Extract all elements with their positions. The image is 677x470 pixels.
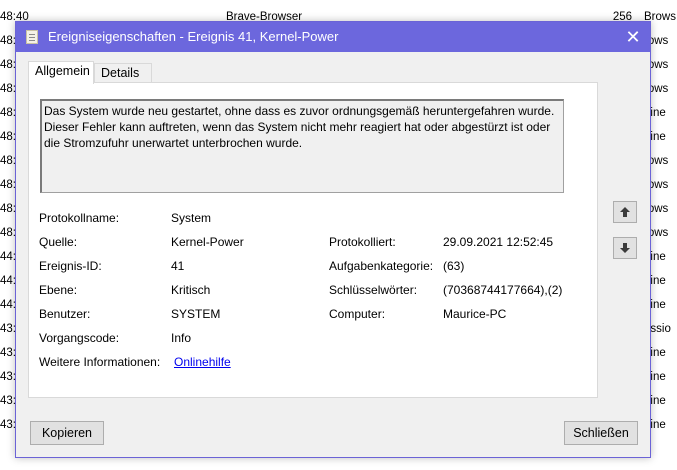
event-viewer-icon: [26, 30, 38, 44]
label-protokollname: Protokollname:: [39, 211, 120, 225]
row-time: 48:: [0, 35, 16, 47]
title-bar[interactable]: Ereigniseigenschaften - Ereignis 41, Ker…: [16, 22, 650, 52]
row-time: 48:: [0, 131, 16, 143]
label-protokolliert: Protokolliert:: [329, 235, 396, 249]
row-time: 43:: [0, 371, 16, 383]
row-time: 48:: [0, 179, 16, 191]
label-ebene: Ebene:: [39, 283, 78, 297]
description-line-1: Das System wurde neu gestartet, ohne das…: [44, 104, 555, 118]
label-schluesselwoerter: Schlüsselwörter:: [329, 283, 418, 297]
value-schluesselwoerter: (70368744177664),(2): [443, 283, 563, 297]
label-quelle: Quelle:: [39, 235, 78, 249]
row-time: 48:: [0, 227, 16, 239]
event-properties-dialog: Ereigniseigenschaften - Ereignis 41, Ker…: [15, 21, 651, 458]
label-computer: Computer:: [329, 307, 386, 321]
row-time: 48:: [0, 59, 16, 71]
row-time: 48:: [0, 155, 16, 167]
previous-event-button[interactable]: [613, 201, 637, 223]
copy-button[interactable]: Kopieren: [30, 421, 104, 445]
tab-allgemein[interactable]: Allgemein: [28, 61, 94, 84]
label-weitere-informationen: Weitere Informationen:: [39, 355, 161, 369]
row-time: 44:: [0, 251, 16, 263]
value-aufgabenkategorie: (63): [443, 259, 465, 273]
dialog-title: Ereigniseigenschaften - Ereignis 41, Ker…: [48, 29, 339, 44]
row-time: 43:: [0, 395, 16, 407]
onlinehilfe-link[interactable]: Onlinehilfe: [174, 355, 231, 369]
value-benutzer: SYSTEM: [171, 307, 221, 321]
value-ereignis-id: 41: [171, 259, 185, 273]
value-computer: Maurice-PC: [443, 307, 507, 321]
value-vorgangscode: Info: [171, 331, 192, 345]
tab-details[interactable]: Details: [94, 63, 152, 83]
close-icon[interactable]: ✕: [616, 22, 650, 52]
label-benutzer: Benutzer:: [39, 307, 91, 321]
label-aufgabenkategorie: Aufgabenkategorie:: [329, 259, 434, 273]
row-time: 44:: [0, 275, 16, 287]
general-panel: Das System wurde neu gestartet, ohne das…: [28, 82, 598, 398]
row-time: 48:: [0, 203, 16, 215]
event-description[interactable]: Das System wurde neu gestartet, ohne das…: [40, 99, 564, 193]
arrow-up-icon: [620, 207, 630, 217]
next-event-button[interactable]: [613, 237, 637, 259]
row-time: 44:: [0, 299, 16, 311]
value-ebene: Kritisch: [171, 283, 211, 297]
label-vorgangscode: Vorgangscode:: [39, 331, 120, 345]
value-quelle: Kernel-Power: [171, 235, 244, 249]
row-time: 43:: [0, 347, 16, 359]
close-button[interactable]: Schließen: [564, 421, 638, 445]
row-time: 48:: [0, 107, 16, 119]
value-protokolliert: 29.09.2021 12:52:45: [443, 235, 554, 249]
label-ereignis-id: Ereignis-ID:: [39, 259, 102, 273]
row-time: 48:: [0, 83, 16, 95]
row-time: 43:: [0, 323, 16, 335]
arrow-down-icon: [620, 243, 630, 253]
value-protokollname: System: [171, 211, 212, 225]
description-line-2: Dieser Fehler kann auftreten, wenn das S…: [44, 120, 551, 150]
row-time: 43:: [0, 419, 16, 431]
